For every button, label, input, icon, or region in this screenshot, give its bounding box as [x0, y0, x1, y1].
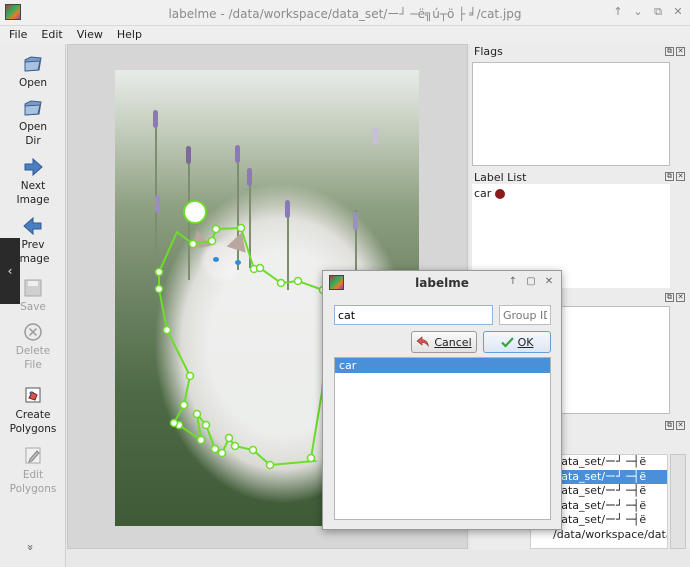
- save-label: Save: [20, 301, 46, 313]
- delete-icon: [24, 323, 42, 341]
- label-choices-list[interactable]: car: [334, 357, 551, 520]
- polygon-vertex[interactable]: [201, 420, 211, 430]
- polygon-vertex[interactable]: [293, 276, 303, 286]
- keep-above-button[interactable]: ↑: [610, 4, 626, 20]
- menu-bar: File Edit View Help: [0, 26, 690, 44]
- float-dock-icon[interactable]: ⧉: [665, 421, 674, 430]
- open-label: Open: [18, 77, 48, 89]
- close-window-button[interactable]: ✕: [670, 4, 686, 20]
- label-color-dot: [495, 188, 506, 199]
- float-dock-icon[interactable]: ⧉: [665, 172, 674, 181]
- label-dialog: labelme ↑ ▢ ✕ Cancel OK car: [322, 270, 562, 530]
- polygon-vertex[interactable]: [154, 267, 164, 277]
- polygon-vertex[interactable]: [196, 435, 206, 445]
- polygon-vertex[interactable]: [306, 453, 316, 463]
- polygon-icon: [25, 387, 41, 403]
- polygon-vertex[interactable]: [192, 409, 202, 419]
- polygon-start-vertex[interactable]: [183, 200, 207, 224]
- polygon-vertex[interactable]: [207, 236, 217, 246]
- dialog-close-icon[interactable]: ✕: [543, 276, 555, 288]
- polygon-vertex[interactable]: [188, 239, 198, 249]
- polygon-vertex[interactable]: [169, 418, 179, 428]
- save-icon: [24, 279, 42, 297]
- arrow-left-icon: [23, 216, 42, 236]
- polygon-vertex[interactable]: [211, 224, 221, 234]
- polygon-vertex[interactable]: [224, 433, 234, 443]
- polygon-vertex[interactable]: [230, 441, 240, 451]
- polygon-vertex[interactable]: [255, 263, 265, 273]
- label-choice-item[interactable]: car: [335, 358, 550, 373]
- polygon-vertex[interactable]: [217, 448, 227, 458]
- menu-help[interactable]: Help: [108, 26, 147, 44]
- polygon-vertex[interactable]: [248, 445, 258, 455]
- ok-label: OK: [517, 335, 534, 349]
- maximize-button[interactable]: ⧉: [650, 4, 666, 20]
- create-polygons-label: Create Polygons: [9, 409, 57, 435]
- polygon-vertex[interactable]: [179, 400, 189, 410]
- flags-list[interactable]: [472, 62, 670, 166]
- polygon-vertex[interactable]: [210, 444, 220, 454]
- label-list-item[interactable]: car: [473, 185, 669, 200]
- close-dock-icon[interactable]: ✕: [676, 421, 685, 430]
- polygon-vertex[interactable]: [162, 325, 172, 335]
- dialog-maximize-icon[interactable]: ▢: [525, 276, 537, 288]
- toolbar: Open Open Dir Next Image Prev Image Save…: [0, 44, 66, 567]
- polygon-vertex[interactable]: [185, 371, 195, 381]
- open-dir-button[interactable]: Open Dir: [0, 98, 66, 148]
- arrow-right-icon: [24, 157, 43, 177]
- flags-title: Flags: [474, 45, 503, 58]
- annotation-polygon[interactable]: [158, 226, 334, 467]
- folder-open-icon: [24, 100, 42, 116]
- delete-file-label: Delete File: [15, 345, 51, 371]
- undo-icon: [416, 336, 430, 347]
- dialog-titlebar: labelme ↑ ▢ ✕: [323, 271, 561, 295]
- delete-file-button[interactable]: Delete File: [0, 322, 66, 372]
- cancel-button[interactable]: Cancel: [411, 331, 477, 353]
- menu-file[interactable]: File: [0, 26, 32, 44]
- toolbar-more-icon[interactable]: »: [24, 544, 37, 551]
- edit-polygons-label: Edit Polygons: [9, 469, 57, 495]
- next-image-button[interactable]: Next Image: [0, 157, 66, 207]
- window-title: labelme - /data/workspace/data_set/ー┘ ─ë…: [168, 7, 522, 21]
- polygon-vertex[interactable]: [276, 278, 286, 288]
- polygon-vertex[interactable]: [236, 223, 246, 233]
- polygon-vertex[interactable]: [265, 460, 275, 470]
- checkmark-icon: [500, 337, 514, 348]
- label-list-title: Label List: [474, 171, 527, 184]
- flags-dock: Flags: [470, 44, 690, 168]
- menu-view[interactable]: View: [68, 26, 108, 44]
- create-polygons-button[interactable]: Create Polygons: [0, 386, 66, 436]
- menu-edit[interactable]: Edit: [32, 26, 67, 44]
- close-dock-icon[interactable]: ✕: [676, 47, 685, 56]
- label-item-text: car: [474, 187, 492, 200]
- left-panel-tab[interactable]: ‹: [0, 238, 20, 304]
- edit-polygons-button[interactable]: Edit Polygons: [0, 446, 66, 496]
- dialog-keep-above-icon[interactable]: ↑: [507, 276, 519, 288]
- label-input[interactable]: [334, 305, 493, 325]
- float-dock-icon[interactable]: ⧉: [665, 47, 674, 56]
- polygon-vertex[interactable]: [154, 284, 164, 294]
- group-id-input[interactable]: [499, 305, 551, 325]
- cancel-label: Cancel: [434, 335, 472, 349]
- prev-image-label: Prev Image: [16, 239, 50, 265]
- folder-icon: [24, 56, 42, 72]
- edit-icon: [25, 447, 41, 464]
- file-list-scrollbar[interactable]: [670, 454, 686, 549]
- minimize-button[interactable]: ⌄: [630, 4, 646, 20]
- open-button[interactable]: Open: [0, 54, 66, 90]
- close-dock-icon[interactable]: ✕: [676, 172, 685, 181]
- close-dock-icon[interactable]: ✕: [676, 293, 685, 302]
- next-image-label: Next Image: [16, 180, 50, 206]
- window-titlebar: labelme - /data/workspace/data_set/ー┘ ─ë…: [0, 0, 690, 26]
- ok-button[interactable]: OK: [483, 331, 551, 353]
- open-dir-label: Open Dir: [18, 121, 48, 147]
- float-dock-icon[interactable]: ⧉: [665, 293, 674, 302]
